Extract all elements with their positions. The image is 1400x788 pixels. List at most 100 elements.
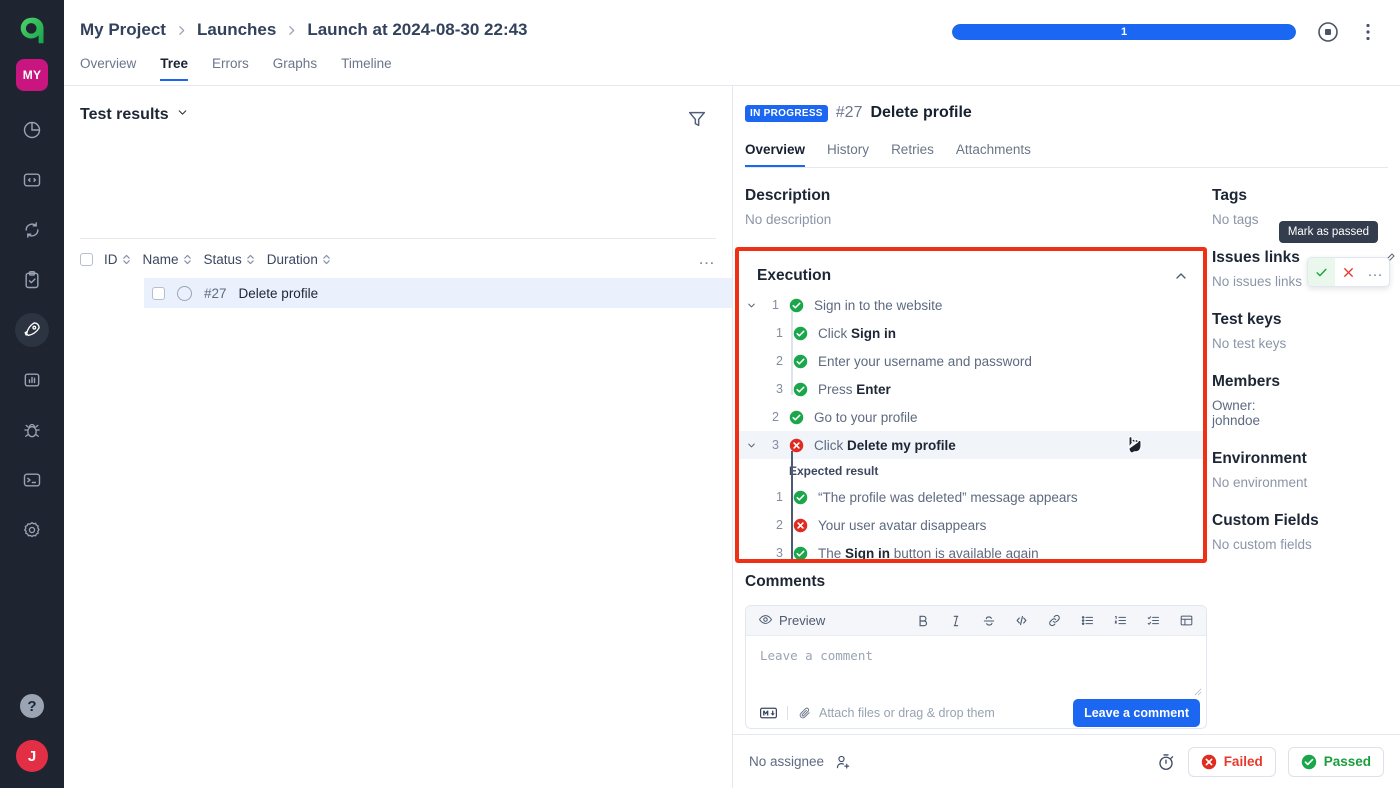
rocket-icon[interactable] [15, 313, 49, 347]
bold-icon[interactable] [915, 613, 930, 628]
breadcrumb-item-launches[interactable]: Launches [197, 20, 276, 40]
preview-toggle[interactable]: Preview [758, 612, 825, 630]
test-results-title[interactable]: Test results [80, 106, 189, 124]
filter-icon[interactable] [686, 108, 708, 130]
gear-icon[interactable] [15, 513, 49, 547]
checklist-icon[interactable] [1146, 613, 1161, 628]
numbered-list-icon[interactable] [1113, 613, 1128, 628]
step-more-actions-icon[interactable]: … [1362, 258, 1389, 286]
execution-substep[interactable]: 1 Click Sign in [739, 319, 1203, 347]
bullet-list-icon[interactable] [1080, 613, 1095, 628]
help-icon[interactable]: ? [20, 694, 44, 718]
detail-tabs-divider [745, 167, 1388, 168]
expected-result-item[interactable]: 2 Your user avatar disappears [739, 511, 1203, 539]
substep-text: Press Enter [818, 381, 891, 397]
rail-nav-group [15, 113, 49, 547]
attach-files-button[interactable]: Attach files or drag & drop them [798, 706, 995, 720]
meta-test-keys: Test keys No test keys [1212, 311, 1397, 351]
italic-icon[interactable] [948, 613, 963, 628]
table-row[interactable]: #27 Delete profile [144, 278, 780, 308]
tab-graphs[interactable]: Graphs [273, 56, 317, 81]
metadata-column: Tags No tags Issues links No issues link… [1212, 187, 1397, 574]
tab-detail-retries[interactable]: Retries [891, 142, 934, 167]
link-icon[interactable] [1047, 613, 1062, 628]
mark-failed-button-bottom[interactable]: Failed [1187, 746, 1276, 777]
detail-bottom-bar: No assignee Failed Passed [733, 734, 1400, 788]
chevron-down-icon[interactable] [743, 300, 759, 311]
tab-detail-attachments[interactable]: Attachments [956, 142, 1031, 167]
mark-passed-button[interactable] [1308, 258, 1335, 286]
column-header-duration[interactable]: Duration [267, 252, 331, 267]
bar-chart-icon[interactable] [15, 363, 49, 397]
tab-tree[interactable]: Tree [160, 56, 189, 81]
table-header-row: ID Name Status Duration … [80, 246, 716, 272]
comment-input[interactable]: Leave a comment [746, 636, 1206, 698]
launch-progress-bar[interactable]: 1 [952, 24, 1296, 40]
select-all-checkbox[interactable] [80, 252, 93, 266]
expected-result-item[interactable]: 3 The Sign in button is available again [739, 539, 1203, 561]
detail-tabs: Overview History Retries Attachments [745, 142, 1031, 167]
status-passed-icon [789, 410, 804, 425]
breadcrumb: My Project Launches Launch at 2024-08-30… [80, 20, 528, 40]
resize-grip[interactable] [1194, 688, 1202, 696]
page-tabs: Overview Tree Errors Graphs Timeline [80, 56, 1400, 86]
breadcrumb-item-launch[interactable]: Launch at 2024-08-30 22:43 [307, 20, 527, 40]
stop-icon[interactable] [1316, 20, 1340, 44]
tab-timeline[interactable]: Timeline [341, 56, 392, 81]
chevron-down-icon[interactable] [743, 440, 759, 451]
expected-text: The Sign in button is available again [818, 545, 1039, 561]
column-header-name[interactable]: Name [143, 252, 192, 267]
strikethrough-icon[interactable] [981, 613, 996, 628]
terminal-icon[interactable] [15, 463, 49, 497]
step-index: 1 [772, 298, 779, 312]
row-checkbox[interactable] [152, 286, 165, 300]
add-person-icon[interactable] [834, 753, 852, 771]
code-icon[interactable] [15, 163, 49, 197]
substep-index: 1 [776, 326, 783, 340]
execution-substep[interactable]: 3 Press Enter [739, 375, 1203, 403]
breadcrumb-separator [175, 24, 188, 37]
table-options-icon[interactable]: … [698, 250, 716, 267]
breadcrumb-item-project[interactable]: My Project [80, 20, 166, 40]
mark-passed-button-bottom[interactable]: Passed [1287, 746, 1384, 777]
column-header-id[interactable]: ID [104, 252, 131, 267]
meta-members: Members Owner: johndoe [1212, 373, 1397, 428]
step-text: Sign in to the website [814, 297, 943, 313]
table-icon[interactable] [1179, 613, 1194, 628]
execution-step[interactable]: 1 Sign in to the website [739, 291, 1203, 319]
top-bar: My Project Launches Launch at 2024-08-30… [64, 0, 1400, 56]
column-header-status[interactable]: Status [204, 252, 255, 267]
markdown-icon [760, 707, 777, 719]
status-passed-icon [793, 382, 808, 397]
tab-overview[interactable]: Overview [80, 56, 136, 81]
expected-result-item[interactable]: 1 “The profile was deleted” message appe… [739, 483, 1203, 511]
execution-step[interactable]: 2 Go to your profile [739, 403, 1203, 431]
step-index: 2 [772, 410, 779, 424]
dashboards-icon[interactable] [15, 113, 49, 147]
expected-index: 1 [776, 490, 783, 504]
mark-failed-button[interactable] [1335, 258, 1362, 286]
code-icon[interactable] [1014, 613, 1029, 628]
leave-comment-button[interactable]: Leave a comment [1073, 699, 1200, 727]
clipboard-check-icon[interactable] [15, 263, 49, 297]
status-passed-icon [793, 354, 808, 369]
assignee-label: No assignee [749, 754, 825, 769]
substep-text: Enter your username and password [818, 353, 1032, 369]
project-badge[interactable]: MY [16, 59, 48, 91]
detail-title-row: IN PROGRESS #27 Delete profile [745, 104, 972, 122]
bug-icon[interactable] [15, 413, 49, 447]
execution-header[interactable]: Execution [739, 261, 1203, 291]
tab-detail-history[interactable]: History [827, 142, 869, 167]
meta-custom-fields: Custom Fields No custom fields [1212, 512, 1397, 552]
allure-logo [14, 13, 50, 49]
chevron-up-icon[interactable] [1173, 268, 1189, 284]
tab-errors[interactable]: Errors [212, 56, 249, 81]
kebab-menu-icon[interactable] [1356, 20, 1380, 44]
tab-detail-overview[interactable]: Overview [745, 142, 806, 167]
sync-icon[interactable] [15, 213, 49, 247]
user-avatar[interactable]: J [16, 740, 48, 772]
execution-substep[interactable]: 2 Enter your username and password [739, 347, 1203, 375]
stopwatch-icon[interactable] [1156, 752, 1176, 772]
meta-heading-environment: Environment [1212, 450, 1307, 467]
assignee-button[interactable]: No assignee [749, 753, 852, 771]
